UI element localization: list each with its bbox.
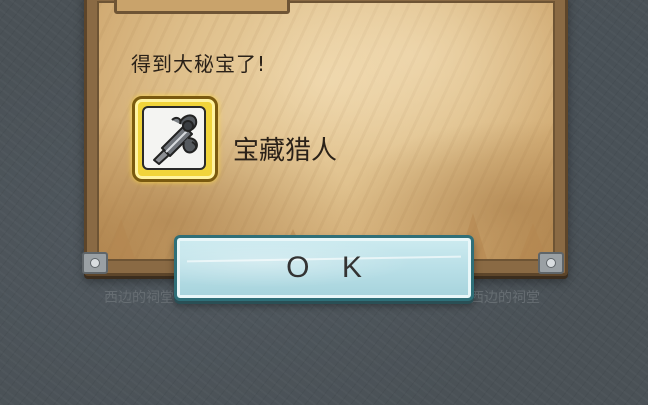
frame-corner-bolt-right xyxy=(538,252,564,274)
background-location-label-right: 西边的祠堂 xyxy=(470,290,540,306)
reward-message: 得到大秘宝了! xyxy=(131,52,267,76)
ok-button-label: O K xyxy=(286,251,374,284)
parchment-tear xyxy=(107,219,135,259)
dialog-title-tab xyxy=(114,0,290,14)
frame-corner-bolt-left xyxy=(82,252,108,274)
treasure-hunter-sword-icon xyxy=(142,106,206,170)
reward-name: 宝藏猎人 xyxy=(233,136,338,166)
ok-button[interactable]: O K xyxy=(174,235,474,301)
background-location-label-left: 西边的祠堂 xyxy=(104,290,174,306)
reward-icon-frame xyxy=(132,96,218,182)
